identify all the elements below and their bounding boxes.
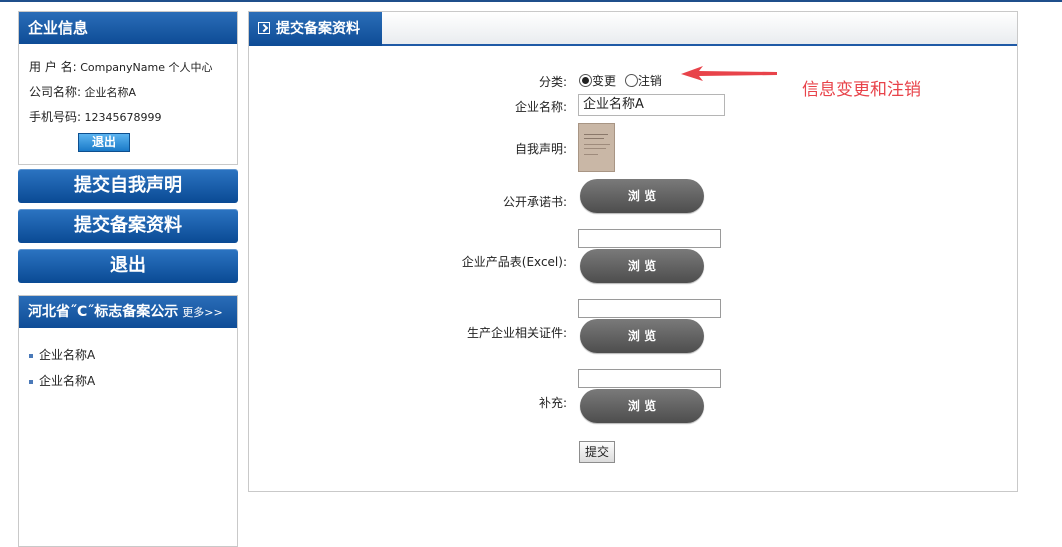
top-border-line [0,0,1062,2]
phone-row: 手机号码: 12345678999 [29,108,162,125]
radio-change-label[interactable]: 变更 [592,74,616,88]
supplement-label: 补充: [538,396,567,410]
list-item[interactable]: 企业名称A [29,346,95,363]
browse-certificates-button[interactable]: 浏 览 [580,319,704,353]
more-link[interactable]: 更多>> [182,306,222,319]
category-label: 分类: [538,75,567,89]
supplement-file-input[interactable] [578,369,721,388]
browse-supplement-button[interactable]: 浏 览 [580,389,704,423]
annotation-arrow-icon [681,66,777,81]
nav-logout-button[interactable]: 退出 [18,249,238,283]
username-value: CompanyName 个人中心 [80,61,213,74]
company-row: 公司名称: 企业名称A [29,83,136,100]
company-name-label: 企业名称: [514,100,567,114]
company-name-input[interactable]: 企业名称A [578,94,725,116]
public-list-header: 河北省˝C˝标志备案公示 更多>> [19,296,237,328]
commitment-label: 公开承诺书: [502,195,567,209]
annotation-text: 信息变更和注销 [802,80,921,100]
nav-submit-filing-button[interactable]: 提交备案资料 [18,209,238,243]
form-labels: 分类: 企业名称: 自我声明: 公开承诺书: 企业产品表(Excel): 生产企… [249,12,567,491]
public-list-panel: 河北省˝C˝标志备案公示 更多>> 企业名称A 企业名称A [18,295,238,547]
list-item[interactable]: 企业名称A [29,372,95,389]
username-row: 用 户 名: CompanyName 个人中心 [29,58,212,75]
phone-value: 12345678999 [84,111,162,124]
browse-product-table-button[interactable]: 浏 览 [580,249,704,283]
company-info-panel: 企业信息 用 户 名: CompanyName 个人中心 公司名称: 企业名称A… [18,11,238,165]
company-value: 企业名称A [84,86,137,99]
public-list-title: 河北省˝C˝标志备案公示 [28,304,179,320]
radio-cancel[interactable] [624,74,638,87]
certificates-label: 生产企业相关证件: [466,326,567,340]
product-table-file-input[interactable] [578,229,721,248]
radio-cancel-label[interactable]: 注销 [638,74,662,88]
logout-small-button[interactable]: 退出 [78,133,130,152]
category-radio-group: 变更 注销 [579,72,662,89]
declaration-thumbnail[interactable] [578,123,615,172]
nav-submit-declaration-button[interactable]: 提交自我声明 [18,169,238,203]
product-table-label: 企业产品表(Excel): [461,255,567,269]
company-info-title: 企业信息 [19,12,237,44]
certificates-file-input[interactable] [578,299,721,318]
browse-commitment-button[interactable]: 浏 览 [580,179,704,213]
radio-change[interactable] [579,74,592,87]
phone-label: 手机号码: [29,110,82,124]
submit-button[interactable]: 提交 [579,441,615,463]
declaration-label: 自我声明: [514,142,567,156]
company-label: 公司名称: [29,85,82,99]
username-label: 用 户 名: [29,60,77,74]
